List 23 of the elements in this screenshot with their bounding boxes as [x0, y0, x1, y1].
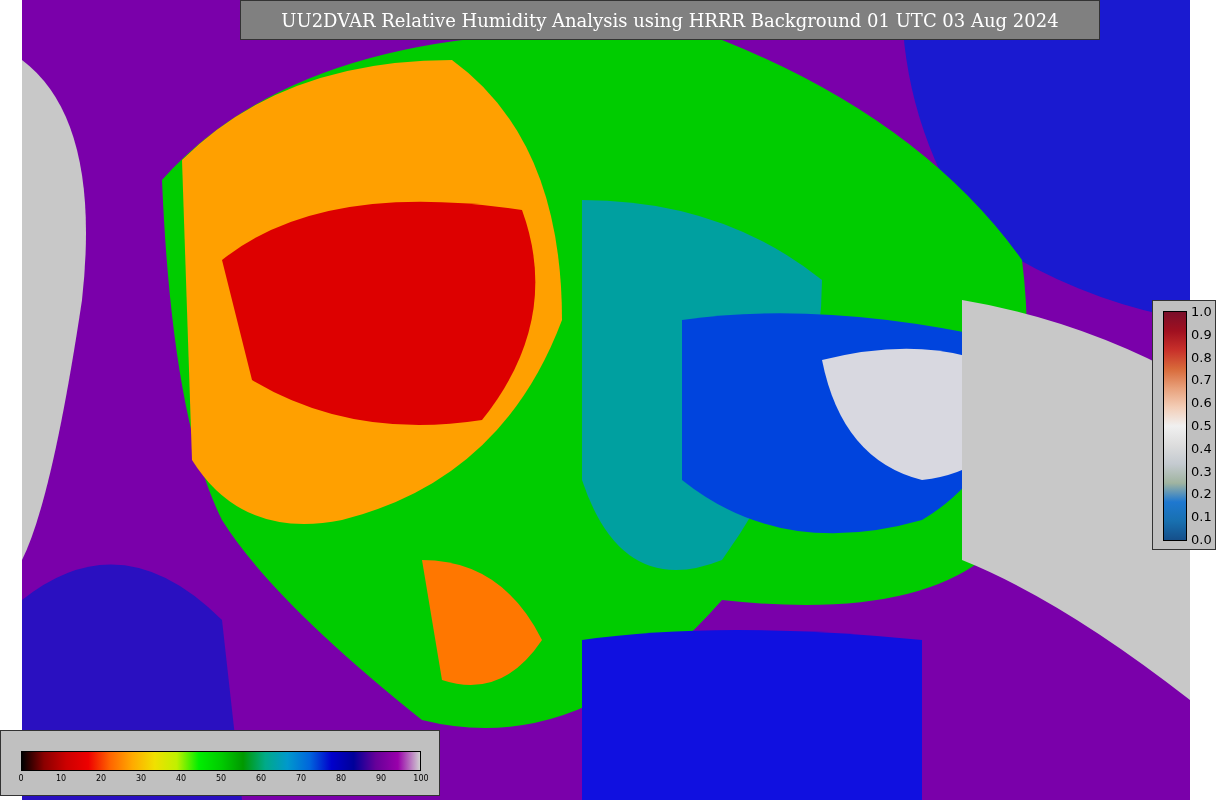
scale-label: 70 [295, 774, 307, 783]
scale-label: 1.0 [1191, 303, 1212, 319]
scale-label: 0.3 [1191, 463, 1212, 479]
scale-label: 30 [135, 774, 147, 783]
scale-label: 100 [413, 774, 429, 783]
scale-label: 0.2 [1191, 485, 1212, 501]
scale-label: 0.1 [1191, 508, 1212, 524]
scale-label: 80 [335, 774, 347, 783]
scale-label: 0.0 [1191, 531, 1212, 547]
scale-label: 0.4 [1191, 440, 1212, 456]
scale-label: 0.5 [1191, 417, 1212, 433]
scale-label: 10 [55, 774, 67, 783]
scale-label: 60 [255, 774, 267, 783]
scale-label: 0 [18, 774, 24, 783]
scale-label: 0.7 [1191, 371, 1212, 387]
scale-label: 0.9 [1191, 326, 1212, 342]
scale-label: 40 [175, 774, 187, 783]
scale-label: 50 [215, 774, 227, 783]
scale-label: 90 [375, 774, 387, 783]
scale-label: 0.6 [1191, 394, 1212, 410]
scale-label: 0.8 [1191, 349, 1212, 365]
scale-label: 20 [95, 774, 107, 783]
map-title: UU2DVAR Relative Humidity Analysis using HRRR Background 01 UTC 03 Aug 2024 [240, 0, 1100, 40]
